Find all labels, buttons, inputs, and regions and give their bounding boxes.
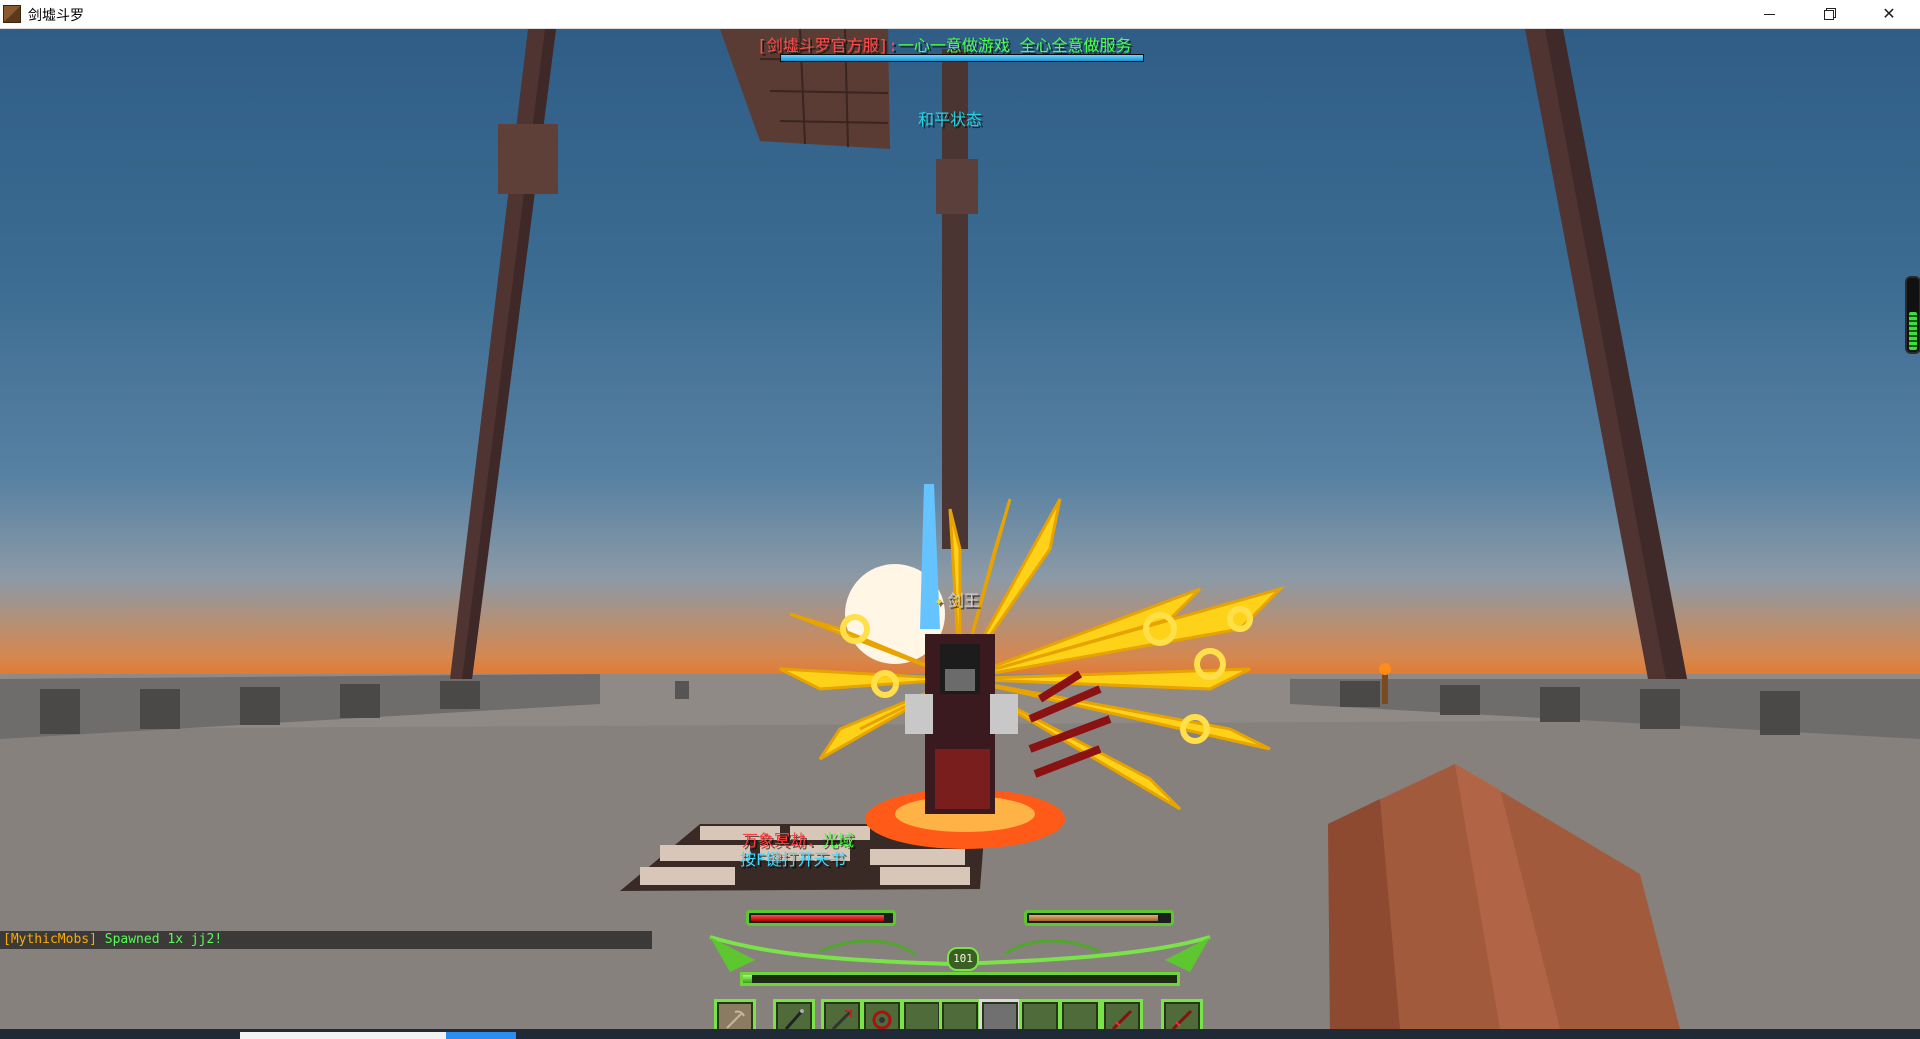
hotbar-slot-1[interactable] — [773, 999, 815, 1029]
game-viewport[interactable]: [剑墟斗罗官方服]:一心一意做游戏 全心全意做服务 和平状态 ✦ 剑王 万象冥劫.… — [0, 29, 1920, 1029]
server-boss-title: [剑墟斗罗官方服]:一心一意做游戏 全心全意做服务 — [757, 32, 1132, 56]
taskbar-active-segment — [446, 1032, 516, 1039]
window-title: 剑墟斗罗 — [28, 8, 84, 24]
pole-left-knot — [498, 124, 558, 194]
minimize-button[interactable] — [1746, 0, 1792, 28]
spear-icon — [831, 1009, 853, 1029]
hotbar-slot-5[interactable] — [939, 999, 981, 1029]
minecraft-block-icon — [3, 5, 21, 23]
offhand-slot[interactable] — [714, 999, 756, 1029]
hotbar-slot-8[interactable] — [1059, 999, 1101, 1029]
action-subtitle-hint: 按F键打开天书 — [740, 850, 846, 869]
boss-bar — [780, 54, 1144, 62]
chat-message: Spawned 1x jj2! — [96, 932, 223, 947]
health-bar-fill — [751, 915, 884, 921]
server-slogan: 一心一意做游戏 全心全意做服务 — [897, 36, 1132, 55]
bow-icon — [872, 1010, 892, 1029]
player-name-tag: ✦ 剑王 — [930, 587, 980, 611]
experience-bar — [740, 972, 1180, 986]
hunger-bar-fill — [1029, 915, 1158, 921]
close-icon: ✕ — [1882, 4, 1896, 23]
extra-slot[interactable] — [1161, 999, 1203, 1029]
game-scene — [0, 29, 1920, 1029]
distant-torch — [1382, 674, 1388, 704]
pole-right-shade — [1545, 29, 1687, 679]
health-bar — [746, 910, 896, 926]
torch-flame — [1379, 663, 1391, 675]
chat-tag: [MythicMobs] — [3, 932, 97, 947]
rank-star-icon: ✦ — [934, 591, 944, 610]
hotbar-slot-7[interactable] — [1019, 999, 1061, 1029]
hotbar-slot-2[interactable] — [821, 999, 863, 1029]
chat-line: [MythicMobs] Spawned 1x jj2! — [3, 931, 222, 949]
player-name: 剑王 — [947, 591, 980, 610]
hotbar-slot-6[interactable] — [979, 999, 1021, 1029]
window-title-bar: 剑墟斗罗 ✕ — [0, 0, 1920, 29]
minimize-icon — [1763, 14, 1775, 15]
red-sword-icon — [1171, 1009, 1193, 1029]
distant-mob — [675, 681, 689, 699]
hotbar-slot-3[interactable] — [861, 999, 903, 1029]
pole-center-knot — [936, 159, 978, 214]
experience-bar-fill — [743, 975, 752, 983]
boss-bar-fill — [781, 55, 1143, 61]
taskbar-strip — [0, 1029, 1920, 1039]
hotbar-slot-4[interactable] — [901, 999, 943, 1029]
server-name: [剑墟斗罗官方服]: — [757, 36, 898, 55]
red-sword-icon — [1111, 1009, 1133, 1029]
side-energy-meter-fill — [1909, 311, 1917, 350]
level-badge: 101 — [947, 947, 979, 971]
hotbar-slot-9[interactable] — [1101, 999, 1143, 1029]
pickaxe-icon — [726, 1010, 745, 1029]
side-energy-meter — [1905, 276, 1920, 354]
staff-icon — [784, 1009, 804, 1029]
chat-panel: [MythicMobs] Spawned 1x jj2! — [0, 931, 652, 949]
maximize-button[interactable] — [1806, 0, 1852, 28]
state-label: 和平状态 — [918, 110, 983, 129]
maximize-icon — [1824, 9, 1834, 20]
taskbar-segment — [240, 1032, 446, 1039]
close-button[interactable]: ✕ — [1866, 0, 1912, 28]
hunger-bar — [1024, 910, 1174, 926]
